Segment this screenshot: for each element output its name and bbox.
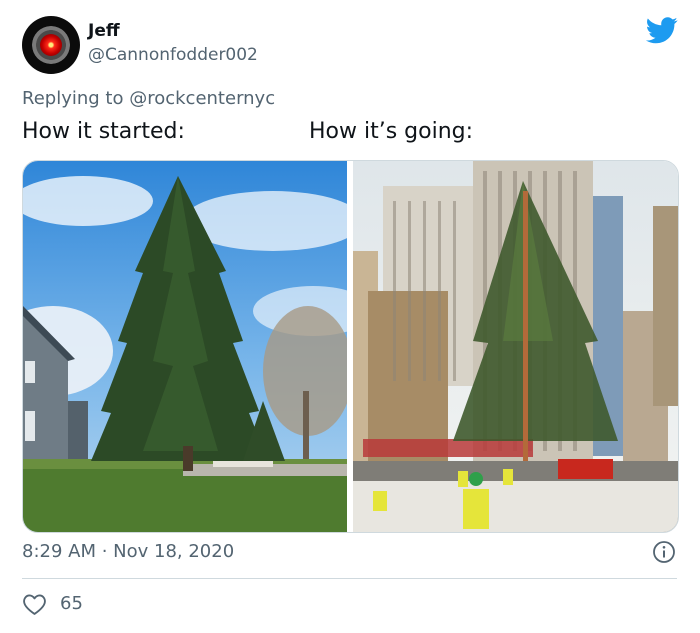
photo-tree-rockefeller[interactable] (353, 161, 678, 532)
photo-tree-yard[interactable] (23, 161, 347, 532)
avatar[interactable] (22, 16, 80, 74)
caption-left: How it started: (22, 119, 185, 144)
twitter-bird-icon (646, 17, 678, 44)
divider (22, 578, 677, 579)
heart-icon[interactable] (22, 592, 47, 616)
user-handle[interactable]: @Cannonfodder002 (88, 45, 258, 65)
tweet-card: Jeff @Cannonfodder002 Replying to @rockc… (0, 0, 700, 633)
like-count: 65 (60, 593, 83, 614)
tweet-timestamp[interactable]: 8:29 AM · Nov 18, 2020 (22, 541, 234, 562)
info-icon[interactable] (652, 540, 676, 564)
media-grid (22, 160, 679, 533)
caption-right: How it’s going: (309, 119, 474, 144)
reply-context: Replying to @rockcenternyc (22, 88, 275, 109)
display-name[interactable]: Jeff (88, 21, 120, 41)
reply-mention-link[interactable]: @rockcenternyc (129, 88, 275, 109)
hal-eye-icon (32, 26, 70, 64)
reply-prefix: Replying to (22, 88, 124, 109)
